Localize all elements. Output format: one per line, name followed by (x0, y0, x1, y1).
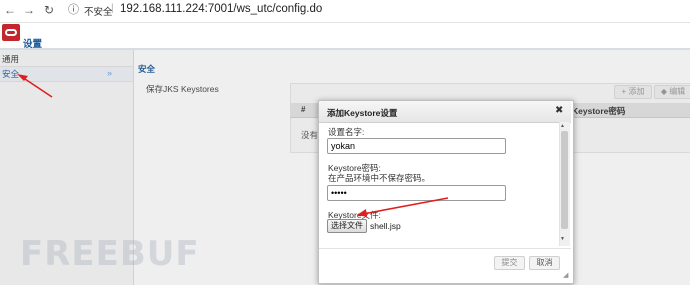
dialog-title: 添加Keystore设置 (327, 108, 398, 118)
setting-name-input[interactable]: yokan (327, 138, 506, 154)
site-info-icon[interactable]: ⓘ (68, 3, 79, 17)
submit-button[interactable]: 提交 (494, 256, 525, 270)
scroll-up-icon[interactable]: ▲ (560, 123, 565, 129)
reload-icon[interactable]: ↻ (42, 3, 56, 17)
insecure-label: 不安全 (84, 7, 113, 18)
back-icon[interactable]: ← (3, 3, 17, 17)
cancel-button[interactable]: 取消 (529, 256, 560, 270)
keystore-password-input[interactable]: ••••• (327, 185, 506, 201)
address-separator: | (111, 3, 114, 14)
password-hint-text: 在产品环境中不保存密码。 (328, 173, 431, 183)
forward-icon[interactable]: → (22, 3, 36, 17)
close-icon[interactable]: ✖ (555, 106, 563, 116)
choose-file-button[interactable]: 选择文件 (327, 219, 367, 233)
resize-grip-icon[interactable]: ◢ (563, 272, 568, 279)
dialog-footer-divider (319, 248, 571, 249)
freebuf-watermark: FREEBUF (20, 234, 200, 274)
app-header (0, 23, 690, 49)
selected-file-name: shell.jsp (370, 221, 401, 231)
scroll-down-icon[interactable]: ▼ (560, 236, 565, 242)
logo-ring (5, 29, 17, 36)
address-bar-url[interactable]: 192.168.111.224:7001/ws_utc/config.do (120, 3, 322, 15)
scroll-thumb[interactable] (561, 131, 568, 229)
setting-name-label: 设置名字: (328, 127, 365, 137)
